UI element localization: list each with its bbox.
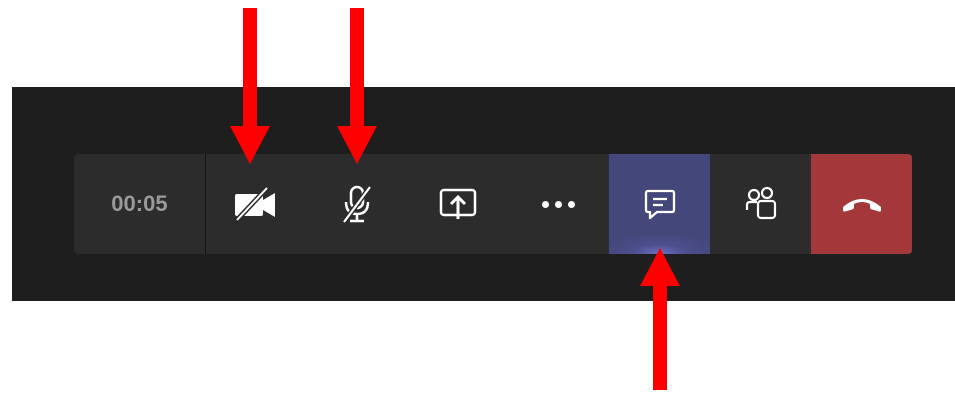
people-icon <box>743 186 779 222</box>
chat-icon <box>643 187 677 221</box>
screenshot-stage: 00:05 <box>0 0 955 395</box>
participants-button[interactable] <box>710 154 811 254</box>
hang-up-icon <box>840 193 884 215</box>
hang-up-button[interactable] <box>811 154 912 254</box>
more-options-button[interactable] <box>508 154 609 254</box>
more-options-icon <box>542 200 576 208</box>
chat-button[interactable] <box>609 154 711 254</box>
call-timer: 00:05 <box>74 154 206 254</box>
share-screen-icon <box>439 187 477 221</box>
red-arrow-down-icon <box>230 8 270 168</box>
mic-off-icon <box>339 184 375 224</box>
red-arrow-down-icon <box>337 8 377 168</box>
red-arrow-up-icon <box>640 248 680 393</box>
microphone-toggle-button[interactable] <box>307 154 408 254</box>
camera-toggle-button[interactable] <box>206 154 307 254</box>
share-screen-button[interactable] <box>408 154 509 254</box>
video-off-icon <box>233 186 279 222</box>
call-controls-toolbar: 00:05 <box>74 154 912 254</box>
